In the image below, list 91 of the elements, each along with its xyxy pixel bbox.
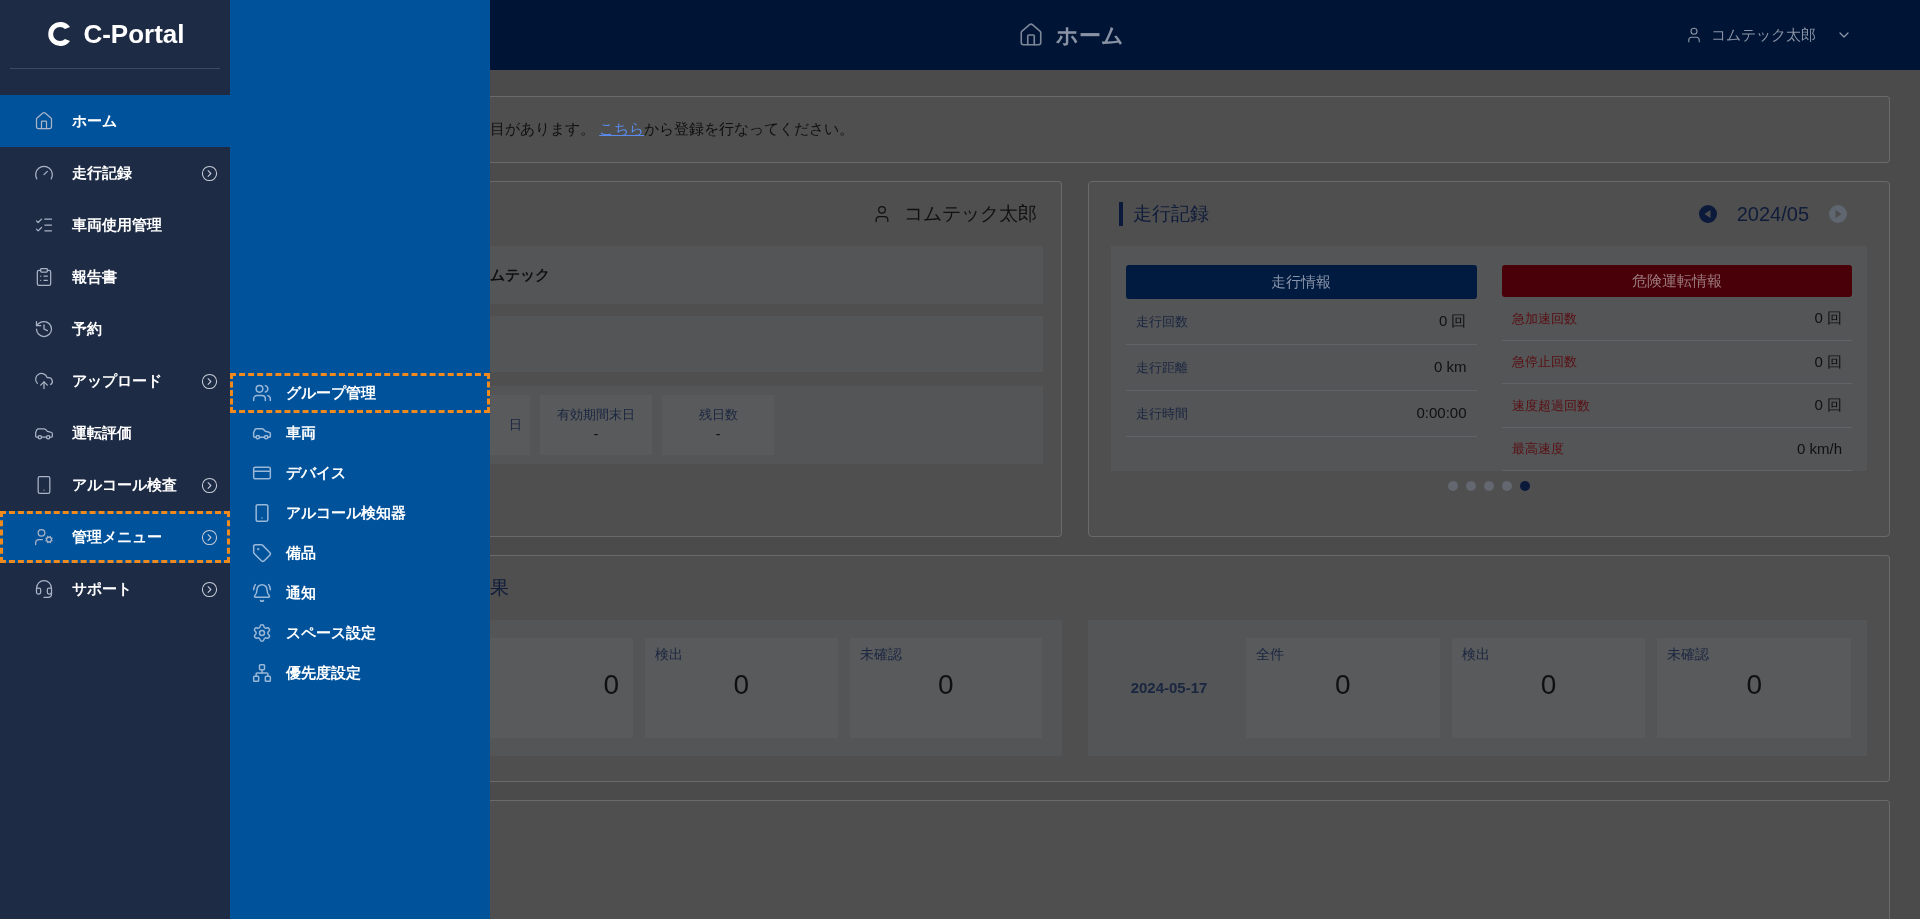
- sidebar-item[interactable]: 運転評価: [0, 407, 230, 459]
- stat-label: 急加速回数: [1511, 309, 1577, 328]
- submenu-label: アルコール検知器: [286, 502, 406, 523]
- sidebar-item[interactable]: ホーム: [0, 95, 230, 147]
- sidebar-label: サポート: [72, 578, 133, 599]
- user-icon: [1685, 26, 1703, 44]
- page-title: ホーム: [1056, 21, 1124, 50]
- card-title: 果: [490, 575, 509, 600]
- stat-value: 0:00:00: [1416, 403, 1467, 424]
- stat-label: 未確認: [859, 645, 903, 664]
- submenu-item[interactable]: 車両: [230, 413, 490, 453]
- sidebar-label: 管理メニュー: [72, 526, 163, 547]
- submenu-item[interactable]: アルコール検知器: [230, 493, 490, 533]
- column-header: 走行情報: [1126, 265, 1477, 299]
- stat-label: 急停止回数: [1511, 353, 1577, 372]
- submenu-item[interactable]: デバイス: [230, 453, 490, 493]
- home-icon: [1018, 22, 1044, 48]
- sidebar-item[interactable]: 予約: [0, 303, 230, 355]
- stat-value: 0: [1745, 668, 1763, 702]
- logo-text: C-Portal: [83, 17, 185, 51]
- month-label: 2024/05: [1736, 202, 1809, 227]
- stat-value: 0 km: [1434, 357, 1467, 378]
- sidebar-item[interactable]: 管理メニュー: [0, 511, 230, 563]
- stat-value: 0 回: [1814, 395, 1842, 416]
- sidebar-label: アップロード: [72, 370, 163, 391]
- sidebar-label: 予約: [72, 318, 103, 339]
- stat-value: 0: [732, 668, 751, 702]
- date-label: 残日数: [698, 405, 738, 424]
- users-icon: [252, 383, 272, 403]
- phone-icon: [252, 503, 272, 523]
- date-label: 有効期間末日: [557, 405, 635, 424]
- user-menu[interactable]: コムテック太郎: [1685, 23, 1852, 47]
- stat-label: 未確認: [1667, 645, 1711, 664]
- user-name: コムテック太郎: [904, 201, 1037, 226]
- stat-label: 検出: [655, 645, 684, 664]
- clipboard-icon: [34, 267, 54, 287]
- sidebar-label: ホーム: [72, 110, 118, 131]
- date-value: -: [593, 425, 599, 445]
- date-text: 2024-05-17: [1130, 677, 1208, 698]
- stat-value: 0 回: [1439, 311, 1467, 332]
- submenu-item[interactable]: 備品: [230, 533, 490, 573]
- date-label: 日: [509, 416, 522, 435]
- card-icon: [252, 463, 272, 483]
- date-value: -: [715, 425, 721, 445]
- stat-value: 0: [602, 668, 620, 702]
- settings-icon: [252, 623, 272, 643]
- sidebar-label: 走行記録: [72, 162, 133, 183]
- cloud-upload-icon: [34, 371, 54, 391]
- submenu-label: デバイス: [286, 462, 346, 483]
- previous-button[interactable]: [1698, 205, 1717, 223]
- submenu-label: スペース設定: [286, 622, 376, 643]
- sidebar-label: 車両使用管理: [72, 214, 163, 235]
- notice-text: 目があります。 こちらから登録を行なってください。: [490, 119, 855, 140]
- clock-icon: [34, 319, 54, 339]
- sidebar-item[interactable]: 車両使用管理: [0, 199, 230, 251]
- stat-label: 全件: [1256, 645, 1285, 664]
- headset-icon: [34, 579, 54, 599]
- bell-icon: [252, 583, 272, 603]
- submenu-item[interactable]: 優先度設定: [230, 653, 490, 693]
- submenu-label: 通知: [286, 582, 316, 603]
- stat-label: 最高速度: [1511, 440, 1564, 459]
- card-title: 走行記録: [1133, 201, 1209, 226]
- stat-label: 検出: [1461, 645, 1491, 664]
- submenu-item[interactable]: 通知: [230, 573, 490, 613]
- stat-label: 速度超過回数: [1511, 396, 1590, 415]
- sidebar-item[interactable]: アルコール検査: [0, 459, 230, 511]
- stat-value: 0 回: [1814, 308, 1842, 329]
- column-header: 危険運転情報: [1501, 265, 1852, 298]
- hierarchy-icon: [252, 663, 272, 683]
- sidebar-item[interactable]: 走行記録: [0, 147, 230, 199]
- sidebar-item[interactable]: サポート: [0, 563, 230, 615]
- submenu-item[interactable]: グループ管理: [230, 373, 490, 413]
- submenu-label: 優先度設定: [286, 662, 361, 683]
- sidebar-label: 運転評価: [72, 422, 133, 443]
- submenu-item[interactable]: スペース設定: [230, 613, 490, 653]
- user-gear-icon: [34, 527, 54, 547]
- stat-value: 0 回: [1814, 351, 1842, 372]
- stat-value: 0 km/h: [1797, 438, 1842, 459]
- submenu-label: グループ管理: [286, 382, 376, 403]
- tag-icon: [252, 543, 272, 563]
- company-name: ムテック: [490, 264, 550, 285]
- submenu-label: 備品: [286, 542, 316, 563]
- sidebar-item[interactable]: アップロード: [0, 355, 230, 407]
- stat-value: 0: [1539, 668, 1558, 702]
- sidebar-item[interactable]: 報告書: [0, 251, 230, 303]
- sidebar-label: アルコール検査: [72, 474, 178, 495]
- stat-value: 0: [1334, 668, 1352, 702]
- stat-value: 0: [936, 668, 955, 702]
- submenu-label: 車両: [286, 422, 316, 443]
- sidebar-label: 報告書: [72, 266, 118, 287]
- home-icon: [34, 111, 54, 131]
